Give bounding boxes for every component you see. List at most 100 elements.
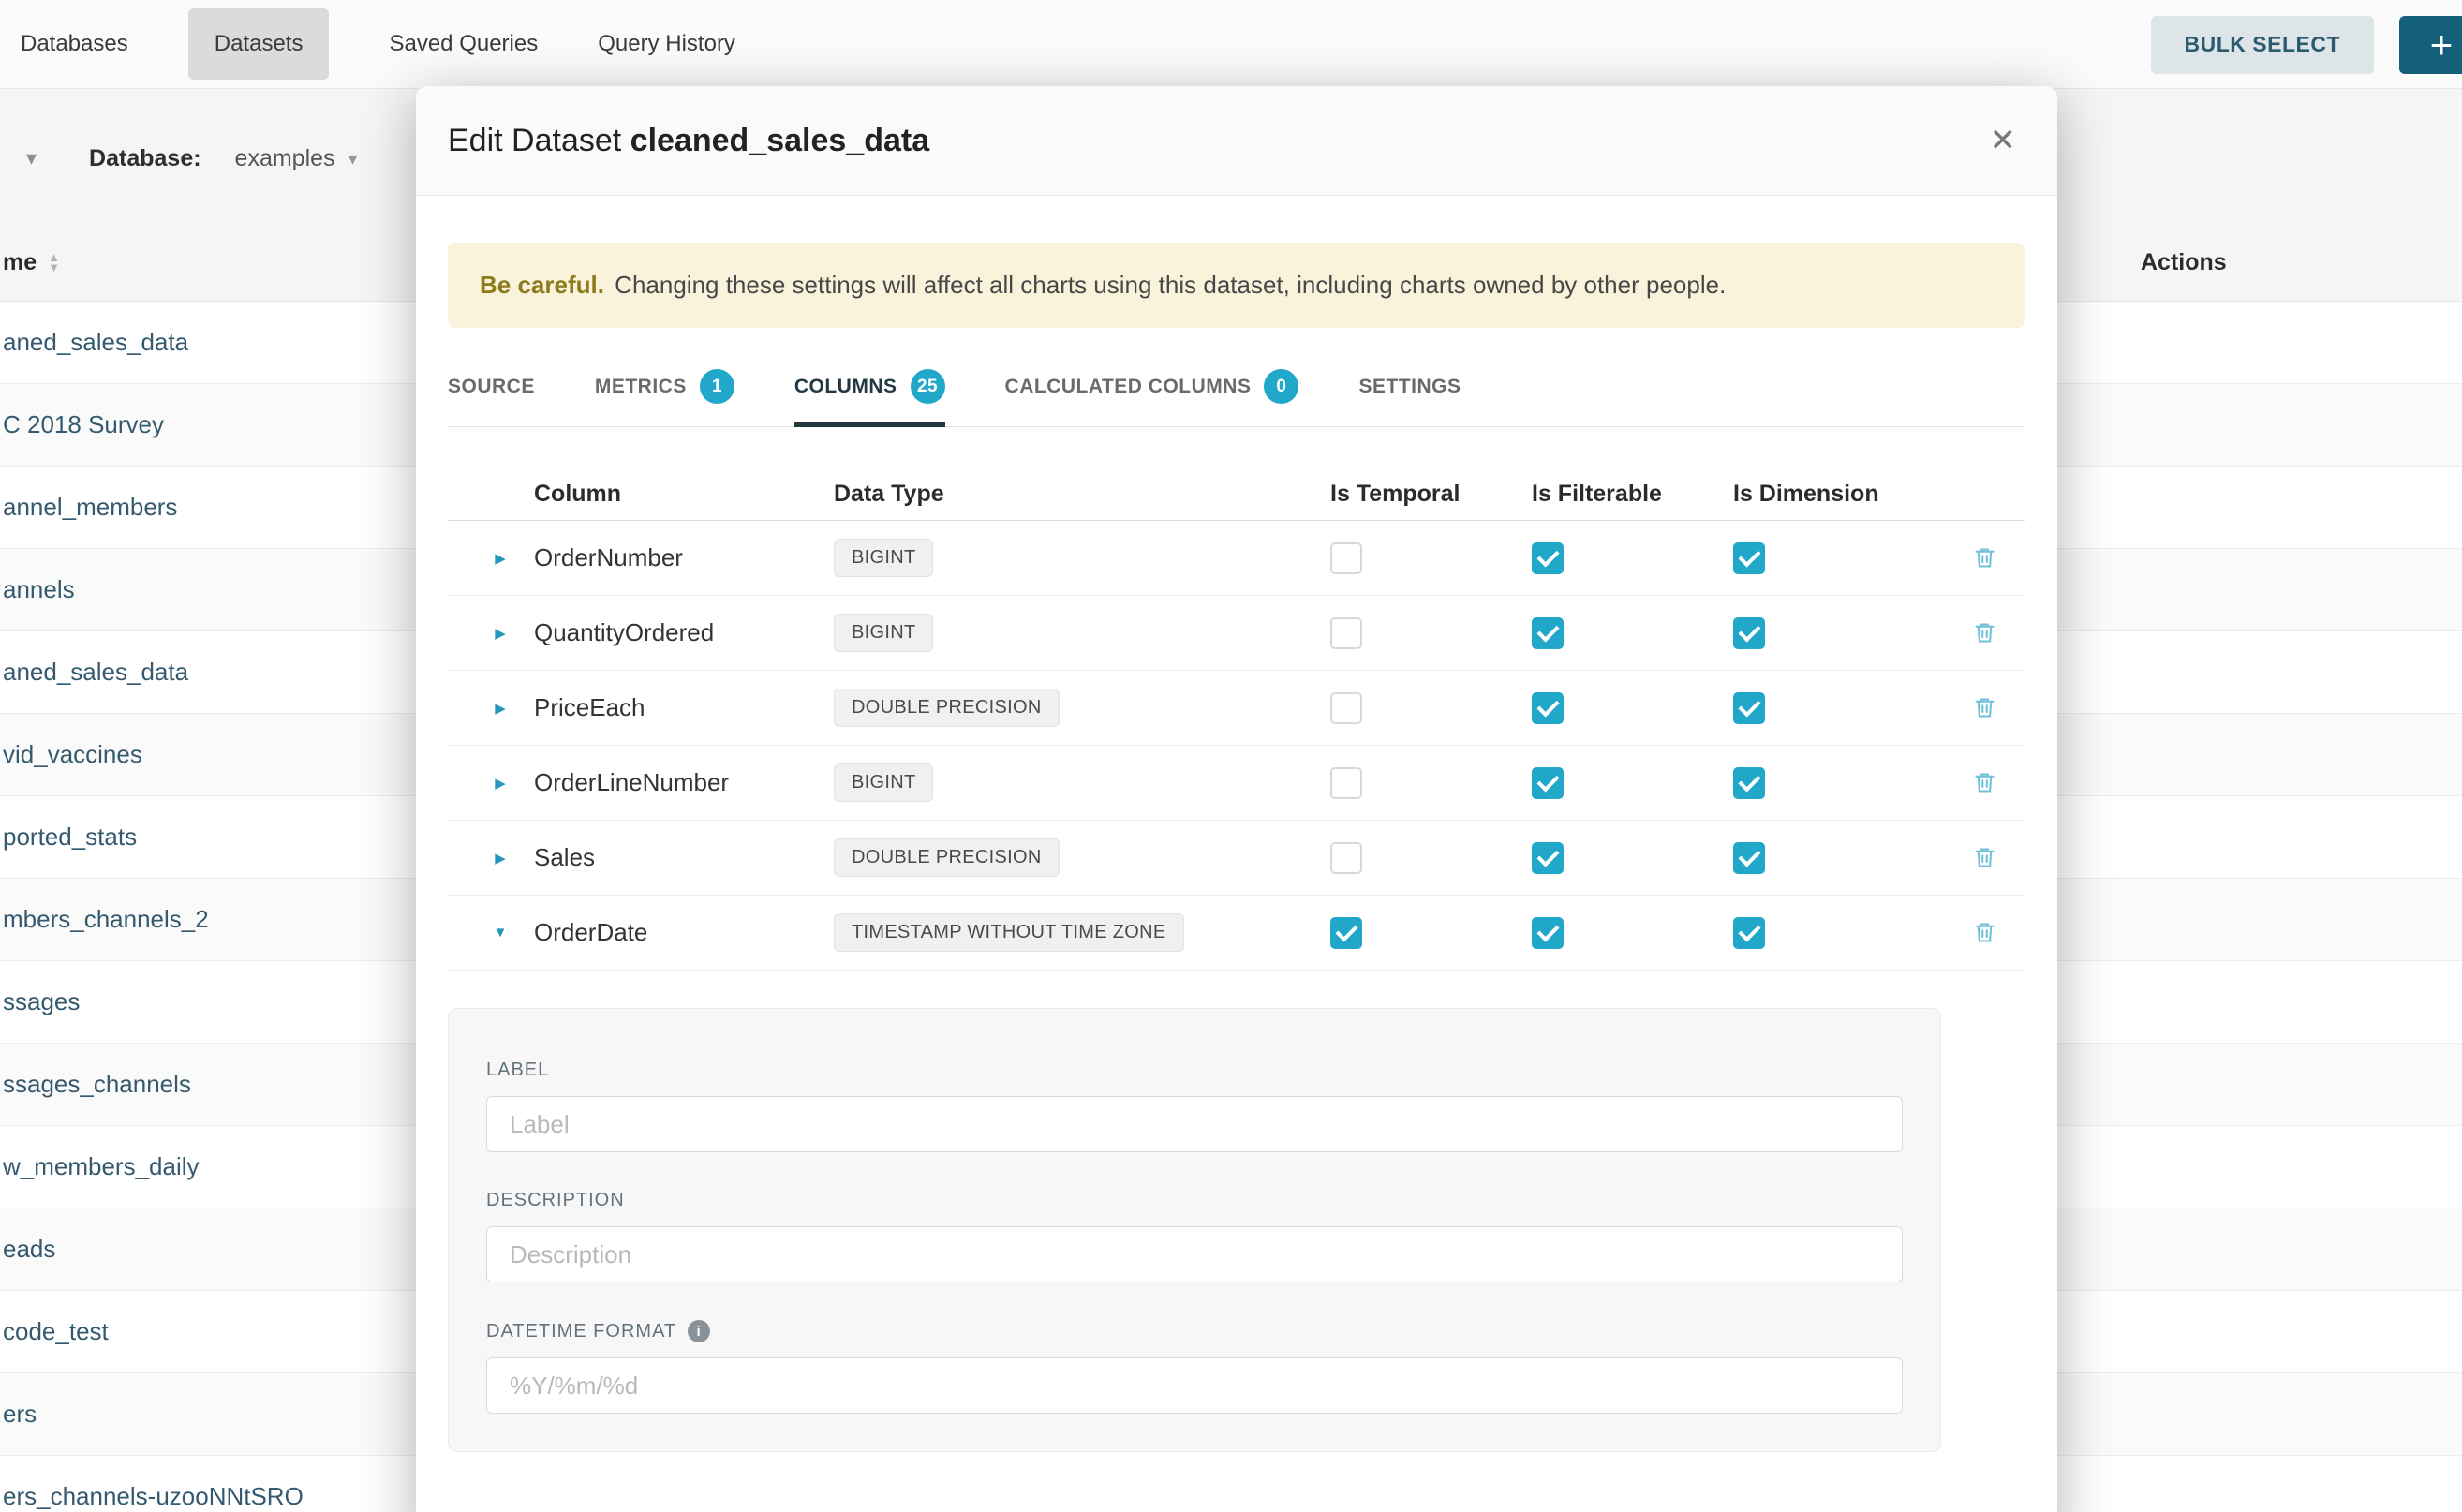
data-type-pill: BIGINT — [834, 539, 933, 577]
name-header-label: me — [3, 249, 37, 276]
is-filterable-checkbox[interactable] — [1532, 842, 1564, 874]
collapse-caret-icon[interactable]: ▼ — [494, 925, 508, 941]
dataset-link[interactable]: w_members_daily — [3, 1152, 200, 1181]
trash-icon[interactable] — [1972, 545, 1997, 571]
label-input[interactable] — [486, 1096, 1903, 1152]
is-temporal-checkbox[interactable] — [1330, 617, 1362, 649]
info-icon[interactable]: i — [688, 1320, 710, 1342]
description-field-label: DESCRIPTION — [486, 1190, 1903, 1211]
dataset-name: cleaned_sales_data — [630, 123, 929, 158]
tab-source[interactable]: SOURCE — [448, 369, 535, 426]
trash-icon[interactable] — [1972, 620, 1997, 645]
data-type-pill: BIGINT — [834, 763, 933, 802]
is-dimension-header: Is Dimension — [1733, 481, 1935, 508]
tab-metrics[interactable]: METRICS 1 — [595, 369, 734, 426]
modal-tabs: SOURCE METRICS 1 COLUMNS 25 CALCULATED C… — [448, 328, 2025, 427]
dataset-link[interactable]: eads — [3, 1235, 55, 1264]
data-type-header: Data Type — [834, 481, 1330, 508]
dataset-link[interactable]: ssages — [3, 987, 80, 1016]
tab-settings[interactable]: SETTINGS — [1358, 369, 1461, 426]
dataset-link[interactable]: mbers_channels_2 — [3, 905, 209, 934]
label-field-label: LABEL — [486, 1060, 1903, 1081]
trash-icon[interactable] — [1972, 770, 1997, 795]
is-temporal-checkbox[interactable] — [1330, 767, 1362, 799]
expand-caret-icon[interactable]: ▶ — [495, 700, 506, 717]
calculated-columns-count-badge: 0 — [1264, 369, 1298, 404]
nav-tab-datasets[interactable]: Datasets — [188, 8, 330, 80]
bulk-select-button[interactable]: BULK SELECT — [2151, 16, 2375, 74]
column-row: ▶ QuantityOrdered BIGINT — [448, 596, 2025, 671]
is-filterable-checkbox[interactable] — [1532, 767, 1564, 799]
chevron-down-icon[interactable]: ▾ — [26, 146, 37, 170]
is-dimension-checkbox[interactable] — [1733, 917, 1765, 949]
column-name: OrderLineNumber — [534, 768, 834, 797]
database-filter-value: examples — [235, 145, 335, 172]
column-editor-panel: LABEL DESCRIPTION DATETIME FORMAT i — [448, 1008, 1941, 1452]
close-icon[interactable]: ✕ — [1990, 125, 2017, 156]
description-input[interactable] — [486, 1226, 1903, 1282]
chevron-down-icon: ▾ — [349, 147, 358, 170]
is-dimension-checkbox[interactable] — [1733, 617, 1765, 649]
is-filterable-checkbox[interactable] — [1532, 542, 1564, 574]
dataset-link[interactable]: annels — [3, 575, 75, 604]
is-temporal-checkbox[interactable] — [1330, 542, 1362, 574]
warning-banner: Be careful. Changing these settings will… — [448, 243, 2025, 328]
is-dimension-checkbox[interactable] — [1733, 542, 1765, 574]
dataset-link[interactable]: ers — [3, 1400, 37, 1429]
add-dataset-button[interactable]: + — [2399, 16, 2462, 74]
dataset-link[interactable]: ssages_channels — [3, 1070, 191, 1099]
is-filterable-header: Is Filterable — [1532, 481, 1733, 508]
data-type-pill: DOUBLE PRECISION — [834, 838, 1060, 877]
datetime-format-input[interactable] — [486, 1357, 1903, 1414]
column-header: Column — [534, 481, 834, 508]
expand-caret-icon[interactable]: ▶ — [495, 850, 506, 867]
expand-caret-icon[interactable]: ▶ — [495, 550, 506, 567]
dataset-link[interactable]: C 2018 Survey — [3, 410, 164, 439]
is-filterable-checkbox[interactable] — [1532, 617, 1564, 649]
is-temporal-checkbox[interactable] — [1330, 692, 1362, 724]
plus-icon: + — [2430, 22, 2454, 67]
database-filter-label: Database: — [89, 145, 201, 172]
nav-tab-saved-queries[interactable]: Saved Queries — [389, 8, 538, 80]
columns-table: Column Data Type Is Temporal Is Filterab… — [448, 468, 2025, 971]
dataset-link[interactable]: annel_members — [3, 493, 177, 522]
top-nav: Databases Datasets Saved Queries Query H… — [0, 0, 2462, 89]
dataset-link[interactable]: aned_sales_data — [3, 328, 188, 357]
database-filter-select[interactable]: examples ▾ — [235, 145, 358, 172]
dataset-link[interactable]: ers_channels-uzooNNtSRO — [3, 1482, 304, 1511]
trash-icon[interactable] — [1972, 845, 1997, 870]
trash-icon[interactable] — [1972, 695, 1997, 720]
nav-tab-query-history[interactable]: Query History — [598, 8, 735, 80]
datetime-format-field-group: DATETIME FORMAT i — [486, 1320, 1903, 1414]
is-dimension-checkbox[interactable] — [1733, 842, 1765, 874]
column-name: OrderDate — [534, 918, 834, 947]
modal-title: Edit Dataset cleaned_sales_data — [448, 123, 929, 159]
is-dimension-checkbox[interactable] — [1733, 767, 1765, 799]
tab-calculated-columns[interactable]: CALCULATED COLUMNS 0 — [1005, 369, 1299, 426]
column-name: OrderNumber — [534, 543, 834, 572]
is-temporal-checkbox[interactable] — [1330, 917, 1362, 949]
dataset-link[interactable]: vid_vaccines — [3, 740, 142, 769]
datetime-format-field-label: DATETIME FORMAT i — [486, 1320, 1903, 1342]
expand-caret-icon[interactable]: ▶ — [495, 625, 506, 642]
is-filterable-checkbox[interactable] — [1532, 692, 1564, 724]
tab-columns[interactable]: COLUMNS 25 — [794, 369, 945, 426]
dataset-link[interactable]: aned_sales_data — [3, 658, 188, 687]
is-dimension-checkbox[interactable] — [1733, 692, 1765, 724]
column-name: QuantityOrdered — [534, 618, 834, 647]
metrics-count-badge: 1 — [700, 369, 734, 404]
trash-icon[interactable] — [1972, 920, 1997, 945]
dataset-link[interactable]: code_test — [3, 1317, 109, 1346]
is-temporal-checkbox[interactable] — [1330, 842, 1362, 874]
edit-dataset-modal: Edit Dataset cleaned_sales_data ✕ Be car… — [416, 86, 2057, 1512]
expand-caret-icon[interactable]: ▶ — [495, 775, 506, 792]
columns-count-badge: 25 — [911, 369, 945, 404]
sort-icon: ▲▼ — [48, 252, 60, 273]
name-column-header[interactable]: me ▲▼ — [3, 234, 60, 290]
label-field-group: LABEL — [486, 1060, 1903, 1152]
is-filterable-checkbox[interactable] — [1532, 917, 1564, 949]
column-name: PriceEach — [534, 693, 834, 722]
warning-bold-text: Be careful. — [480, 271, 604, 299]
dataset-link[interactable]: ported_stats — [3, 823, 137, 852]
nav-tab-databases[interactable]: Databases — [21, 8, 128, 80]
